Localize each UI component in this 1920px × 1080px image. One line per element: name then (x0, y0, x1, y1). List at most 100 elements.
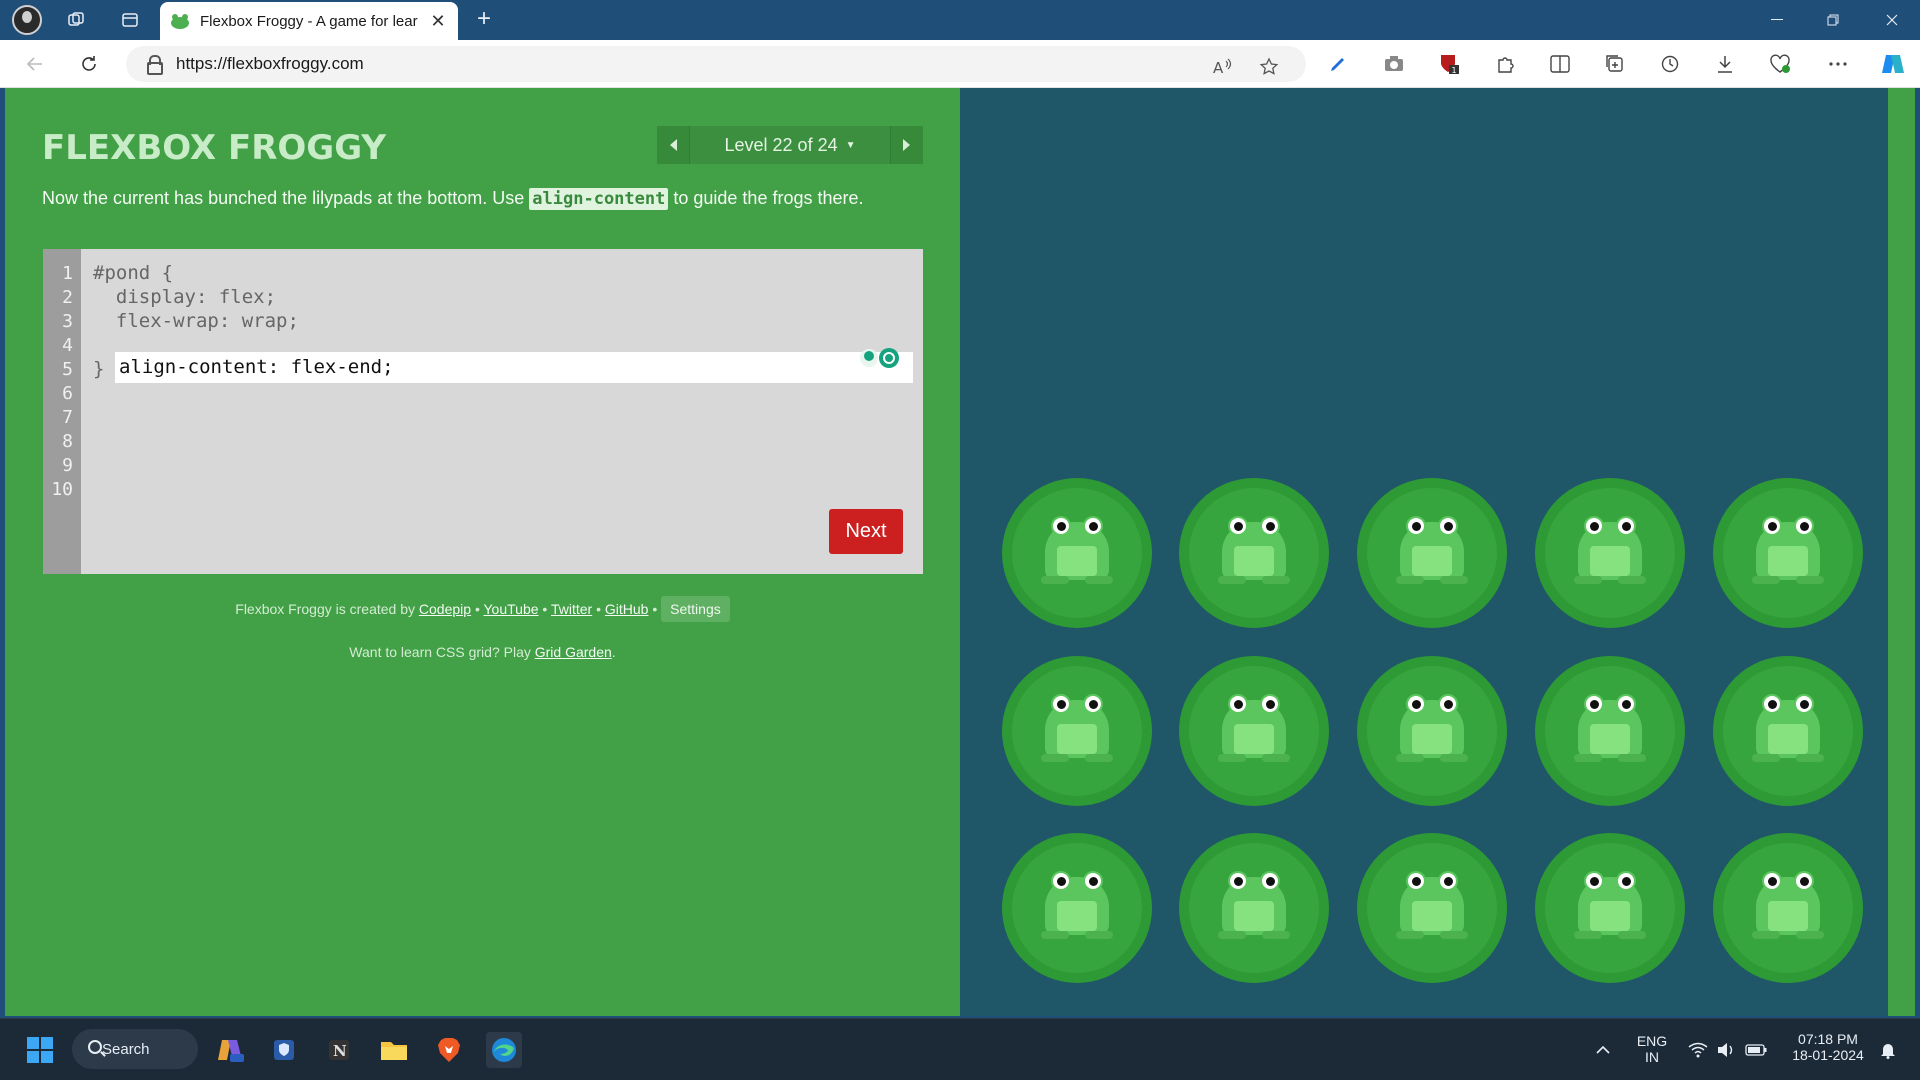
level-navigator: Level 22 of 24 ▼ (657, 126, 923, 164)
collections-icon[interactable] (1600, 49, 1630, 79)
clock-time: 07:18 PM (1798, 1031, 1858, 1047)
frog-icon (1214, 694, 1294, 770)
next-level-button[interactable] (891, 126, 923, 164)
tab-close-icon[interactable]: ✕ (428, 11, 448, 32)
keyword-align-content[interactable]: align-content (529, 188, 669, 210)
frog-icon (1392, 694, 1472, 770)
previous-level-button[interactable] (657, 126, 689, 164)
taskbar-search[interactable]: Search (72, 1029, 198, 1069)
codepip-link[interactable]: Codepip (419, 601, 471, 617)
instructions-text: Now the current has bunched the lilypads… (42, 188, 525, 208)
minimize-button[interactable] (1749, 0, 1805, 40)
frog-icon (1748, 871, 1828, 947)
grid-prompt-text: Want to learn CSS grid? Play (349, 644, 531, 660)
back-button[interactable] (18, 48, 52, 80)
separator: • (474, 601, 480, 617)
tab-actions-icon[interactable] (114, 6, 146, 34)
youtube-link[interactable]: YouTube (484, 601, 539, 617)
extensions-puzzle-icon[interactable] (1490, 49, 1520, 79)
edge-browser-icon[interactable] (486, 1032, 522, 1068)
lilypad (1535, 656, 1685, 806)
credits-footer: Flexbox Froggy is created by Codepip • Y… (5, 596, 960, 622)
lilypad (1535, 478, 1685, 628)
performance-heart-icon[interactable] (1765, 49, 1795, 79)
line-number: 1 (62, 263, 73, 284)
lilypad (1713, 833, 1863, 983)
next-button[interactable]: Next (829, 509, 903, 554)
restore-button[interactable] (1805, 0, 1861, 40)
shield-extension-icon[interactable]: 1 (1434, 49, 1464, 79)
grammar-extension-icon[interactable] (855, 347, 905, 369)
downloads-icon[interactable] (1710, 49, 1740, 79)
frog-icon (1570, 516, 1650, 592)
frog-icon (1214, 871, 1294, 947)
svg-text:A: A (1213, 59, 1224, 76)
close-window-button[interactable] (1864, 0, 1920, 40)
code-line: #pond { (93, 262, 174, 284)
camera-icon[interactable] (1379, 49, 1409, 79)
separator: • (652, 601, 658, 617)
code-line: flex-wrap: wrap; (93, 310, 299, 332)
refresh-button[interactable] (72, 48, 106, 80)
notification-bell-icon[interactable] (1870, 1032, 1906, 1068)
read-aloud-icon[interactable]: A (1208, 52, 1238, 82)
browser-navbar: https://flexboxfroggy.com A 1 (0, 40, 1920, 88)
lilypad (1713, 478, 1863, 628)
lilypad (1002, 478, 1152, 628)
period: . (611, 644, 616, 660)
line-number: 5 (62, 359, 73, 380)
workspaces-icon[interactable] (60, 6, 92, 34)
browser-titlebar: Flexbox Froggy - A game for lear ✕ + (0, 0, 1920, 40)
svg-text:1: 1 (1452, 66, 1457, 75)
grid-garden-promo: Want to learn CSS grid? Play Grid Garden… (5, 644, 960, 660)
page-scroll-edge (1888, 88, 1915, 1016)
split-screen-icon[interactable] (1545, 49, 1575, 79)
app-shield-icon[interactable] (266, 1032, 302, 1068)
windows-taskbar: Search N ENG IN 07:18 PM 18-01-2024 (0, 1018, 1920, 1080)
line-number: 10 (51, 479, 73, 500)
favorite-star-icon[interactable] (1254, 52, 1284, 82)
lock-icon[interactable] (146, 55, 163, 75)
pen-icon[interactable] (1323, 49, 1353, 79)
frog-icon (1214, 516, 1294, 592)
windows-start-icon[interactable] (22, 1032, 58, 1068)
github-link[interactable]: GitHub (605, 601, 649, 617)
level-label: Level 22 of 24 (724, 134, 838, 155)
history-icon[interactable] (1655, 49, 1685, 79)
clock[interactable]: 07:18 PM 18-01-2024 (1782, 1031, 1874, 1063)
settings-button[interactable]: Settings (661, 596, 730, 622)
code-line: } (93, 358, 105, 380)
copilot-icon[interactable] (1878, 49, 1908, 79)
twitter-link[interactable]: Twitter (551, 601, 592, 617)
frog-icon (1037, 516, 1117, 592)
url-text[interactable]: https://flexboxfroggy.com (176, 54, 364, 74)
brave-browser-icon[interactable] (431, 1032, 467, 1068)
frog-icon (1392, 871, 1472, 947)
svg-text:N: N (333, 1042, 347, 1060)
code-line: display: flex; (93, 286, 277, 308)
lilypad (1713, 656, 1863, 806)
tab-flexbox-froggy[interactable]: Flexbox Froggy - A game for lear ✕ (160, 2, 458, 40)
copilot-preview-icon[interactable] (212, 1032, 248, 1068)
grid-garden-link[interactable]: Grid Garden (535, 644, 612, 660)
lilypad (1357, 833, 1507, 983)
profile-avatar[interactable] (12, 5, 42, 35)
game-sidebar: FLEXBOX FROGGY Level 22 of 24 ▼ Now the … (5, 88, 960, 1016)
level-dropdown[interactable]: Level 22 of 24 ▼ (689, 126, 891, 164)
line-number: 3 (62, 311, 73, 332)
more-options-icon[interactable] (1823, 49, 1853, 79)
battery-icon[interactable] (1738, 1032, 1774, 1068)
lilypad (1179, 656, 1329, 806)
file-explorer-icon[interactable] (376, 1032, 412, 1068)
frog-icon (1748, 694, 1828, 770)
search-label: Search (102, 1040, 150, 1058)
notion-icon[interactable]: N (321, 1032, 357, 1068)
frog-icon (1037, 694, 1117, 770)
css-answer-value[interactable]: align-content: flex-end; (119, 356, 394, 378)
new-tab-button[interactable]: + (468, 4, 500, 36)
show-hidden-icons-chevron-icon[interactable] (1585, 1032, 1621, 1068)
css-answer-input[interactable]: align-content: flex-end; (115, 348, 913, 383)
language-indicator[interactable]: ENG IN (1632, 1033, 1672, 1065)
address-bar[interactable]: https://flexboxfroggy.com A (126, 46, 1306, 82)
lilypad (1002, 833, 1152, 983)
